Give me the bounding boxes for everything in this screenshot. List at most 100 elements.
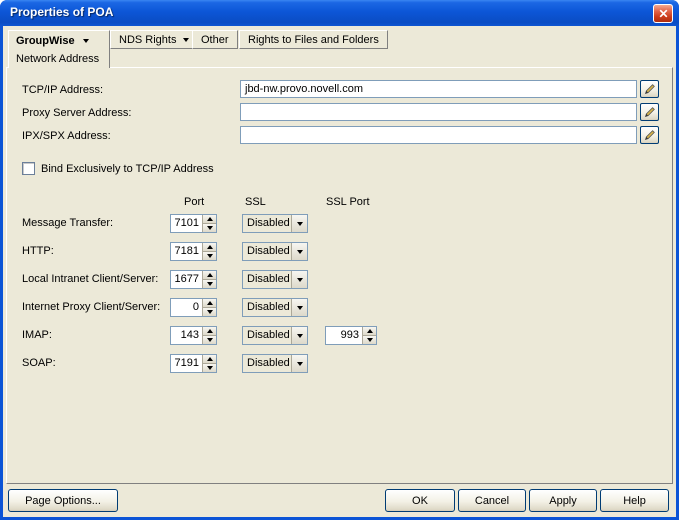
ssl-column-header: SSL xyxy=(245,196,266,208)
subtab-network-address[interactable]: Network Address xyxy=(16,53,99,65)
ssl-port-column-header: SSL Port xyxy=(326,196,370,208)
imap-ssl-port-spinner[interactable]: 993 xyxy=(325,326,377,345)
ssl-dropdown-button[interactable] xyxy=(291,355,307,372)
dropdown-arrow-icon xyxy=(296,277,303,282)
message-transfer-port-spinner[interactable]: 7101 xyxy=(170,214,217,233)
message-transfer-ssl-combo[interactable]: Disabled xyxy=(242,214,308,233)
ssl-port-value[interactable]: 993 xyxy=(326,327,362,344)
soap-port-spinner[interactable]: 7191 xyxy=(170,354,217,373)
chevron-down-icon[interactable] xyxy=(82,38,89,43)
spin-down-button[interactable] xyxy=(203,336,216,344)
up-arrow-icon xyxy=(206,357,213,361)
spin-down-button[interactable] xyxy=(203,364,216,372)
ipxspx-address-field[interactable] xyxy=(240,126,637,144)
tab-rights-files-folders-label: Rights to Files and Folders xyxy=(248,33,379,46)
soap-ssl-combo[interactable]: Disabled xyxy=(242,354,308,373)
local-intranet-port-spinner[interactable]: 1677 xyxy=(170,270,217,289)
tcpip-edit-button[interactable] xyxy=(640,80,659,98)
port-value[interactable]: 7191 xyxy=(171,355,202,372)
properties-dialog: Properties of POA GroupWise Network Addr… xyxy=(0,0,679,520)
ssl-value: Disabled xyxy=(247,217,290,229)
page-options-button[interactable]: Page Options... xyxy=(8,489,118,512)
ssl-value: Disabled xyxy=(247,273,290,285)
http-label: HTTP: xyxy=(22,245,54,257)
ipxspx-address-label: IPX/SPX Address: xyxy=(22,130,111,142)
spin-up-button[interactable] xyxy=(203,271,216,280)
down-arrow-icon xyxy=(206,226,213,230)
spin-down-button[interactable] xyxy=(203,308,216,316)
down-arrow-icon xyxy=(206,310,213,314)
port-value[interactable]: 1677 xyxy=(171,271,202,288)
close-button[interactable] xyxy=(653,4,673,23)
tcpip-address-field[interactable]: jbd-nw.provo.novell.com xyxy=(240,80,637,98)
spin-down-button[interactable] xyxy=(203,280,216,288)
proxy-address-field[interactable] xyxy=(240,103,637,121)
internet-proxy-label: Internet Proxy Client/Server: xyxy=(22,301,161,313)
cancel-button[interactable]: Cancel xyxy=(458,489,526,512)
ssl-dropdown-button[interactable] xyxy=(291,271,307,288)
tab-other-label: Other xyxy=(201,33,229,46)
tab-rights-files-folders[interactable]: Rights to Files and Folders xyxy=(239,30,388,49)
ssl-dropdown-button[interactable] xyxy=(291,215,307,232)
spin-up-button[interactable] xyxy=(363,327,376,336)
ssl-value: Disabled xyxy=(247,357,290,369)
edit-pencil-icon xyxy=(644,84,655,95)
help-button[interactable]: Help xyxy=(600,489,669,512)
down-arrow-icon xyxy=(366,338,373,342)
dropdown-arrow-icon xyxy=(296,249,303,254)
port-value[interactable]: 143 xyxy=(171,327,202,344)
proxy-edit-button[interactable] xyxy=(640,103,659,121)
local-intranet-label: Local Intranet Client/Server: xyxy=(22,273,159,285)
down-arrow-icon xyxy=(206,282,213,286)
http-ssl-combo[interactable]: Disabled xyxy=(242,242,308,261)
tab-nds-rights[interactable]: NDS Rights xyxy=(110,30,199,49)
imap-ssl-combo[interactable]: Disabled xyxy=(242,326,308,345)
tab-groupwise[interactable]: GroupWise Network Address xyxy=(8,30,110,68)
up-arrow-icon xyxy=(206,301,213,305)
edit-pencil-icon xyxy=(644,107,655,118)
page-options-label: Page Options... xyxy=(25,494,101,507)
ssl-dropdown-button[interactable] xyxy=(291,243,307,260)
imap-port-spinner[interactable]: 143 xyxy=(170,326,217,345)
help-label: Help xyxy=(623,494,646,507)
spin-down-button[interactable] xyxy=(203,224,216,232)
local-intranet-ssl-combo[interactable]: Disabled xyxy=(242,270,308,289)
bind-exclusively-checkbox[interactable] xyxy=(22,162,35,175)
internet-proxy-port-spinner[interactable]: 0 xyxy=(170,298,217,317)
spin-up-button[interactable] xyxy=(203,243,216,252)
http-port-spinner[interactable]: 7181 xyxy=(170,242,217,261)
spin-down-button[interactable] xyxy=(203,252,216,260)
spin-up-button[interactable] xyxy=(203,327,216,336)
spin-up-button[interactable] xyxy=(203,215,216,224)
tab-groupwise-label: GroupWise xyxy=(16,34,75,47)
apply-button[interactable]: Apply xyxy=(529,489,597,512)
internet-proxy-ssl-combo[interactable]: Disabled xyxy=(242,298,308,317)
port-value[interactable]: 7181 xyxy=(171,243,202,260)
bind-exclusively-label[interactable]: Bind Exclusively to TCP/IP Address xyxy=(41,163,214,176)
ssl-dropdown-button[interactable] xyxy=(291,327,307,344)
down-arrow-icon xyxy=(206,254,213,258)
down-arrow-icon xyxy=(206,338,213,342)
ssl-value: Disabled xyxy=(247,329,290,341)
spin-down-button[interactable] xyxy=(363,336,376,344)
tab-nds-rights-label: NDS Rights xyxy=(119,33,177,46)
ssl-dropdown-button[interactable] xyxy=(291,299,307,316)
spin-up-button[interactable] xyxy=(203,355,216,364)
port-value[interactable]: 7101 xyxy=(171,215,202,232)
tcpip-address-value: jbd-nw.provo.novell.com xyxy=(245,83,364,95)
chevron-down-icon[interactable] xyxy=(183,37,190,42)
dropdown-arrow-icon xyxy=(296,333,303,338)
up-arrow-icon xyxy=(206,329,213,333)
up-arrow-icon xyxy=(366,329,373,333)
ipxspx-edit-button[interactable] xyxy=(640,126,659,144)
window-title: Properties of POA xyxy=(10,5,114,19)
edit-pencil-icon xyxy=(644,130,655,141)
port-value[interactable]: 0 xyxy=(171,299,202,316)
apply-label: Apply xyxy=(549,494,577,507)
ok-label: OK xyxy=(412,494,428,507)
titlebar[interactable]: Properties of POA xyxy=(0,0,679,26)
ok-button[interactable]: OK xyxy=(385,489,455,512)
tab-other[interactable]: Other xyxy=(192,30,238,49)
spin-up-button[interactable] xyxy=(203,299,216,308)
dropdown-arrow-icon xyxy=(296,221,303,226)
